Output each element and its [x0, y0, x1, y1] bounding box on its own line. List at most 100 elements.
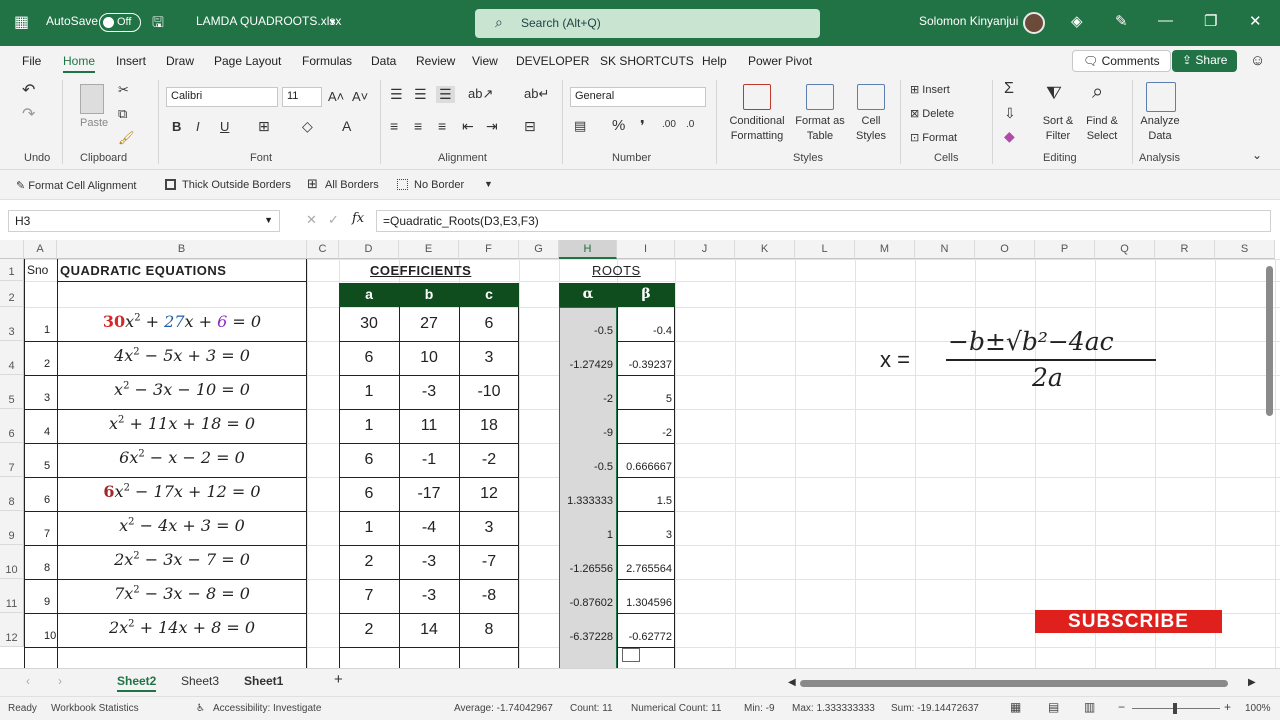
tab-view[interactable]: View — [472, 54, 498, 68]
column-header-h[interactable]: H — [559, 240, 617, 259]
clear-icon[interactable]: ◆ — [1004, 128, 1015, 145]
column-header-r[interactable]: R — [1155, 240, 1215, 259]
root-beta-cell[interactable]: -2 — [616, 427, 672, 439]
vertical-scrollbar[interactable] — [1266, 266, 1273, 416]
equation-cell[interactable]: 30x2 + 27x + 6 = 0 — [57, 312, 307, 331]
coef-header-c[interactable]: c — [459, 283, 519, 307]
no-border-icon[interactable] — [397, 179, 408, 190]
root-beta-cell[interactable]: 1.304596 — [616, 597, 672, 609]
coef-c-cell[interactable]: 12 — [459, 485, 519, 503]
normal-view-icon[interactable]: ▦ — [1010, 700, 1021, 714]
customize-bar-icon[interactable]: ▼ — [484, 179, 493, 189]
coef-b-cell[interactable]: -1 — [399, 451, 459, 469]
wrap-text-icon[interactable]: ab↵ — [524, 86, 549, 102]
column-header-a[interactable]: A — [24, 240, 57, 259]
workbook-statistics[interactable]: Workbook Statistics — [51, 703, 139, 714]
restore-icon[interactable]: ❐ — [1204, 12, 1217, 30]
cell-sno[interactable]: 2 — [44, 358, 50, 370]
root-header-alpha[interactable]: α — [559, 283, 617, 307]
zoom-in-icon[interactable]: + — [1224, 700, 1231, 714]
decrease-font-icon[interactable]: A˅ — [352, 89, 368, 104]
zoom-level[interactable]: 100% — [1245, 703, 1271, 714]
coef-a-cell[interactable]: 1 — [339, 417, 399, 435]
autosave-toggle[interactable]: Off — [99, 13, 141, 32]
tab-sk-shortcuts[interactable]: SK SHORTCUTS — [600, 54, 694, 68]
increase-decimal-icon[interactable]: .00 — [662, 119, 676, 130]
page-break-view-icon[interactable]: ▥ — [1084, 700, 1095, 714]
analyze-data-line2[interactable]: Data — [1136, 130, 1184, 142]
row-header-1[interactable]: 1 — [0, 259, 24, 281]
cell-styles-line2[interactable]: Styles — [848, 130, 894, 142]
root-beta-cell[interactable]: 1.5 — [616, 495, 672, 507]
root-alpha-cell[interactable]: -2 — [557, 393, 613, 405]
add-sheet-icon[interactable]: + — [334, 671, 343, 688]
zoom-slider-thumb[interactable] — [1173, 703, 1177, 714]
coef-a-cell[interactable]: 7 — [339, 587, 399, 605]
thick-outside-borders-label[interactable]: Thick Outside Borders — [182, 179, 291, 191]
root-beta-cell[interactable]: 3 — [616, 529, 672, 541]
cell-styles-line1[interactable]: Cell — [848, 115, 894, 127]
analyze-data-line1[interactable]: Analyze — [1136, 115, 1184, 127]
root-beta-cell[interactable]: -0.4 — [616, 325, 672, 337]
paste-label[interactable]: Paste — [80, 117, 108, 129]
number-format-select[interactable]: General — [570, 87, 706, 107]
collapse-ribbon-icon[interactable]: ⌄ — [1252, 148, 1262, 162]
align-right-icon[interactable]: ≡ — [438, 118, 446, 134]
root-beta-cell[interactable]: 2.765564 — [616, 563, 672, 575]
column-header-n[interactable]: N — [915, 240, 975, 259]
scroll-right-icon[interactable]: › — [58, 674, 62, 688]
cell-sno[interactable]: 6 — [44, 494, 50, 506]
root-beta-cell[interactable]: 0.666667 — [616, 461, 672, 473]
coef-a-cell[interactable]: 6 — [339, 349, 399, 367]
root-alpha-cell[interactable]: -0.5 — [557, 461, 613, 473]
copy-icon[interactable]: ⧉ — [118, 106, 127, 122]
save-icon[interactable]: 🖫 — [152, 12, 164, 36]
column-header-q[interactable]: Q — [1095, 240, 1155, 259]
scroll-right-arrow-icon[interactable]: ▶ — [1248, 677, 1256, 688]
column-header-l[interactable]: L — [795, 240, 855, 259]
column-header-s[interactable]: S — [1215, 240, 1275, 259]
equation-cell[interactable]: 4x2 − 5x + 3 = 0 — [57, 346, 307, 365]
orientation-icon[interactable]: ab↗ — [468, 86, 493, 102]
no-border-label[interactable]: No Border — [414, 179, 464, 191]
tab-help[interactable]: Help — [702, 54, 727, 68]
font-name-select[interactable]: Calibri — [166, 87, 278, 107]
underline-icon[interactable]: U — [220, 119, 229, 134]
coef-c-cell[interactable]: -7 — [459, 553, 519, 571]
coef-a-cell[interactable]: 2 — [339, 553, 399, 571]
root-beta-cell[interactable]: -0.39237 — [616, 359, 672, 371]
formula-input[interactable]: =Quadratic_Roots(D3,E3,F3) — [376, 210, 1271, 232]
tab-home[interactable]: Home — [63, 54, 96, 73]
cell-sno[interactable]: 9 — [44, 596, 50, 608]
horizontal-scrollbar[interactable] — [800, 680, 1228, 687]
minimize-icon[interactable]: — — [1158, 12, 1173, 29]
analyze-data-icon[interactable] — [1146, 82, 1176, 112]
sort-filter-line2[interactable]: Filter — [1036, 130, 1080, 142]
cell-h1-roots[interactable]: ROOTS — [592, 263, 641, 278]
coef-b-cell[interactable]: 27 — [399, 315, 459, 333]
coef-c-cell[interactable]: 18 — [459, 417, 519, 435]
column-header-o[interactable]: O — [975, 240, 1035, 259]
cell-sno[interactable]: 7 — [44, 528, 50, 540]
comma-style-icon[interactable]: ❜ — [640, 117, 645, 135]
root-header-beta[interactable]: β — [617, 283, 675, 307]
pen-icon[interactable]: ✎ — [1115, 12, 1128, 30]
row-header-9[interactable]: 9 — [0, 511, 24, 545]
all-borders-label[interactable]: All Borders — [325, 179, 379, 191]
coef-c-cell[interactable]: -8 — [459, 587, 519, 605]
row-header-5[interactable]: 5 — [0, 375, 24, 409]
coef-a-cell[interactable]: 2 — [339, 621, 399, 639]
tab-insert[interactable]: Insert — [116, 54, 146, 68]
column-header-e[interactable]: E — [399, 240, 459, 259]
tab-data[interactable]: Data — [371, 54, 396, 68]
decrease-decimal-icon[interactable]: .0 — [686, 119, 694, 130]
align-middle-icon[interactable]: ☰ — [414, 86, 427, 103]
increase-font-icon[interactable]: A˄ — [328, 89, 344, 104]
decrease-indent-icon[interactable]: ⇤ — [462, 118, 474, 135]
coef-a-cell[interactable]: 6 — [339, 485, 399, 503]
tab-sheet2[interactable]: Sheet2 — [117, 674, 157, 692]
all-borders-icon[interactable]: ⊞ — [307, 176, 318, 192]
root-alpha-cell[interactable]: -9 — [557, 427, 613, 439]
coef-b-cell[interactable]: -4 — [399, 519, 459, 537]
coef-b-cell[interactable]: -17 — [399, 485, 459, 503]
